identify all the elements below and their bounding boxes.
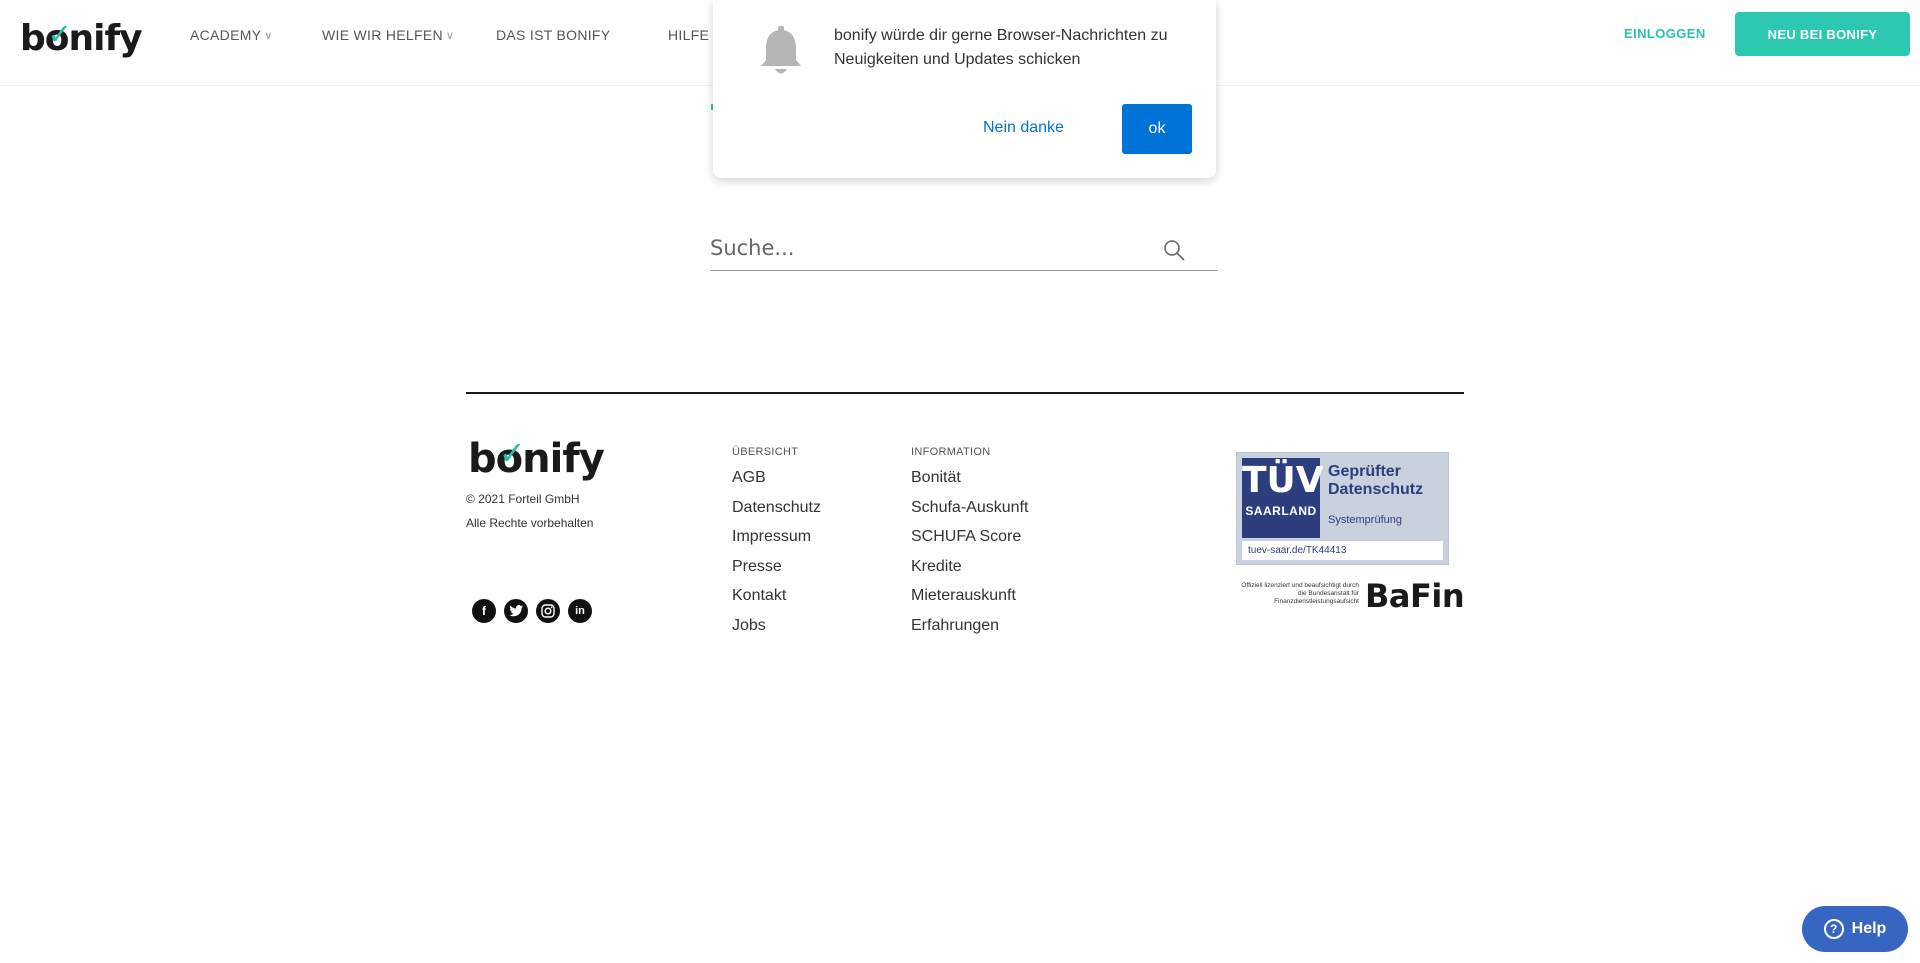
footer-link-jobs[interactable]: Jobs xyxy=(732,616,821,646)
search-input[interactable] xyxy=(710,228,1160,268)
footer-column-information: INFORMATION Bonität Schufa-Auskunft SCHU… xyxy=(911,446,1028,645)
nav-das-ist-bonify-label: DAS IST BONIFY xyxy=(496,27,611,43)
bonify-logo[interactable]: b o ✓ nify xyxy=(20,16,143,59)
bell-icon xyxy=(761,26,801,74)
footer-link-kontakt[interactable]: Kontakt xyxy=(732,586,821,616)
signup-button[interactable]: NEU BEI BONIFY xyxy=(1735,12,1910,56)
footer-link-mieterauskunft[interactable]: Mieterauskunft xyxy=(911,586,1028,616)
facebook-icon[interactable]: f xyxy=(472,599,496,623)
footer-link-impressum[interactable]: Impressum xyxy=(732,527,821,557)
rights-text: Alle Rechte vorbehalten xyxy=(466,516,594,530)
check-icon: ✓ xyxy=(47,16,72,51)
question-icon: ? xyxy=(1823,919,1844,939)
copyright-text: © 2021 Forteil GmbH xyxy=(466,492,580,506)
nav-das-ist-bonify[interactable]: DAS IST BONIFY xyxy=(496,27,610,43)
chevron-down-icon: ∨ xyxy=(445,29,455,42)
footer-column-heading: INFORMATION xyxy=(911,446,991,458)
tuv-title: Geprüfter Datenschutz xyxy=(1328,463,1424,498)
help-label: Help xyxy=(1851,920,1887,937)
footer-divider xyxy=(466,392,1464,394)
search-bar xyxy=(710,228,1218,271)
chevron-down-icon: ∨ xyxy=(264,29,273,42)
footer-link-schufa-auskunft[interactable]: Schufa-Auskunft xyxy=(911,498,1028,528)
footer-link-schufa-score[interactable]: SCHUFA Score xyxy=(911,527,1028,557)
nav-academy[interactable]: ACADEMY ∨ xyxy=(190,27,273,43)
tuv-certificate-badge[interactable]: TÜV SAARLAND Geprüfter Datenschutz Syste… xyxy=(1236,452,1449,565)
footer-link-erfahrungen[interactable]: Erfahrungen xyxy=(911,616,1028,646)
decline-button[interactable]: Nein danke xyxy=(983,119,1064,137)
help-button[interactable]: ? Help xyxy=(1802,906,1908,952)
accept-button[interactable]: ok xyxy=(1122,104,1192,154)
search-icon[interactable] xyxy=(1162,238,1186,262)
bafin-logo: BaFin xyxy=(1365,577,1465,615)
footer-link-presse[interactable]: Presse xyxy=(732,557,821,587)
footer-logo[interactable]: b o ✓ nify xyxy=(468,434,605,482)
footer-link-bonitaet[interactable]: Bonität xyxy=(911,468,1028,498)
footer-link-agb[interactable]: AGB xyxy=(732,468,821,498)
notification-message: bonify würde dir gerne Browser-Nachricht… xyxy=(834,27,1168,68)
instagram-icon[interactable] xyxy=(536,599,560,623)
tuv-subtitle: Systemprüfung xyxy=(1328,514,1402,526)
check-icon: ✓ xyxy=(498,434,526,473)
footer-link-kredite[interactable]: Kredite xyxy=(911,557,1028,587)
footer-column-heading: ÜBERSICHT xyxy=(732,446,799,458)
footer-column-uebersicht: ÜBERSICHT AGB Datenschutz Impressum Pres… xyxy=(732,446,821,645)
nav-hilfe-label: HILFE xyxy=(668,27,710,43)
nav-academy-label: ACADEMY xyxy=(190,27,262,43)
notification-permission-dialog: bonify würde dir gerne Browser-Nachricht… xyxy=(713,0,1216,178)
nav-wie-wir-helfen-label: WIE WIR HELFEN xyxy=(322,27,443,43)
nav-wie-wir-helfen[interactable]: WIE WIR HELFEN ∨ xyxy=(322,27,454,43)
nav-hilfe[interactable]: HILFE xyxy=(668,27,709,43)
tuv-logo: TÜV SAARLAND xyxy=(1242,458,1324,538)
social-links: f in xyxy=(472,599,600,623)
bafin-note: Offiziell lizenziert und beaufsichtigt d… xyxy=(1241,582,1359,605)
linkedin-icon[interactable]: in xyxy=(568,599,592,623)
footer-link-datenschutz[interactable]: Datenschutz xyxy=(732,498,821,528)
tuv-url: tuev-saar.de/TK44413 xyxy=(1242,541,1443,560)
login-link[interactable]: EINLOGGEN xyxy=(1624,26,1706,41)
twitter-icon[interactable] xyxy=(504,599,528,623)
